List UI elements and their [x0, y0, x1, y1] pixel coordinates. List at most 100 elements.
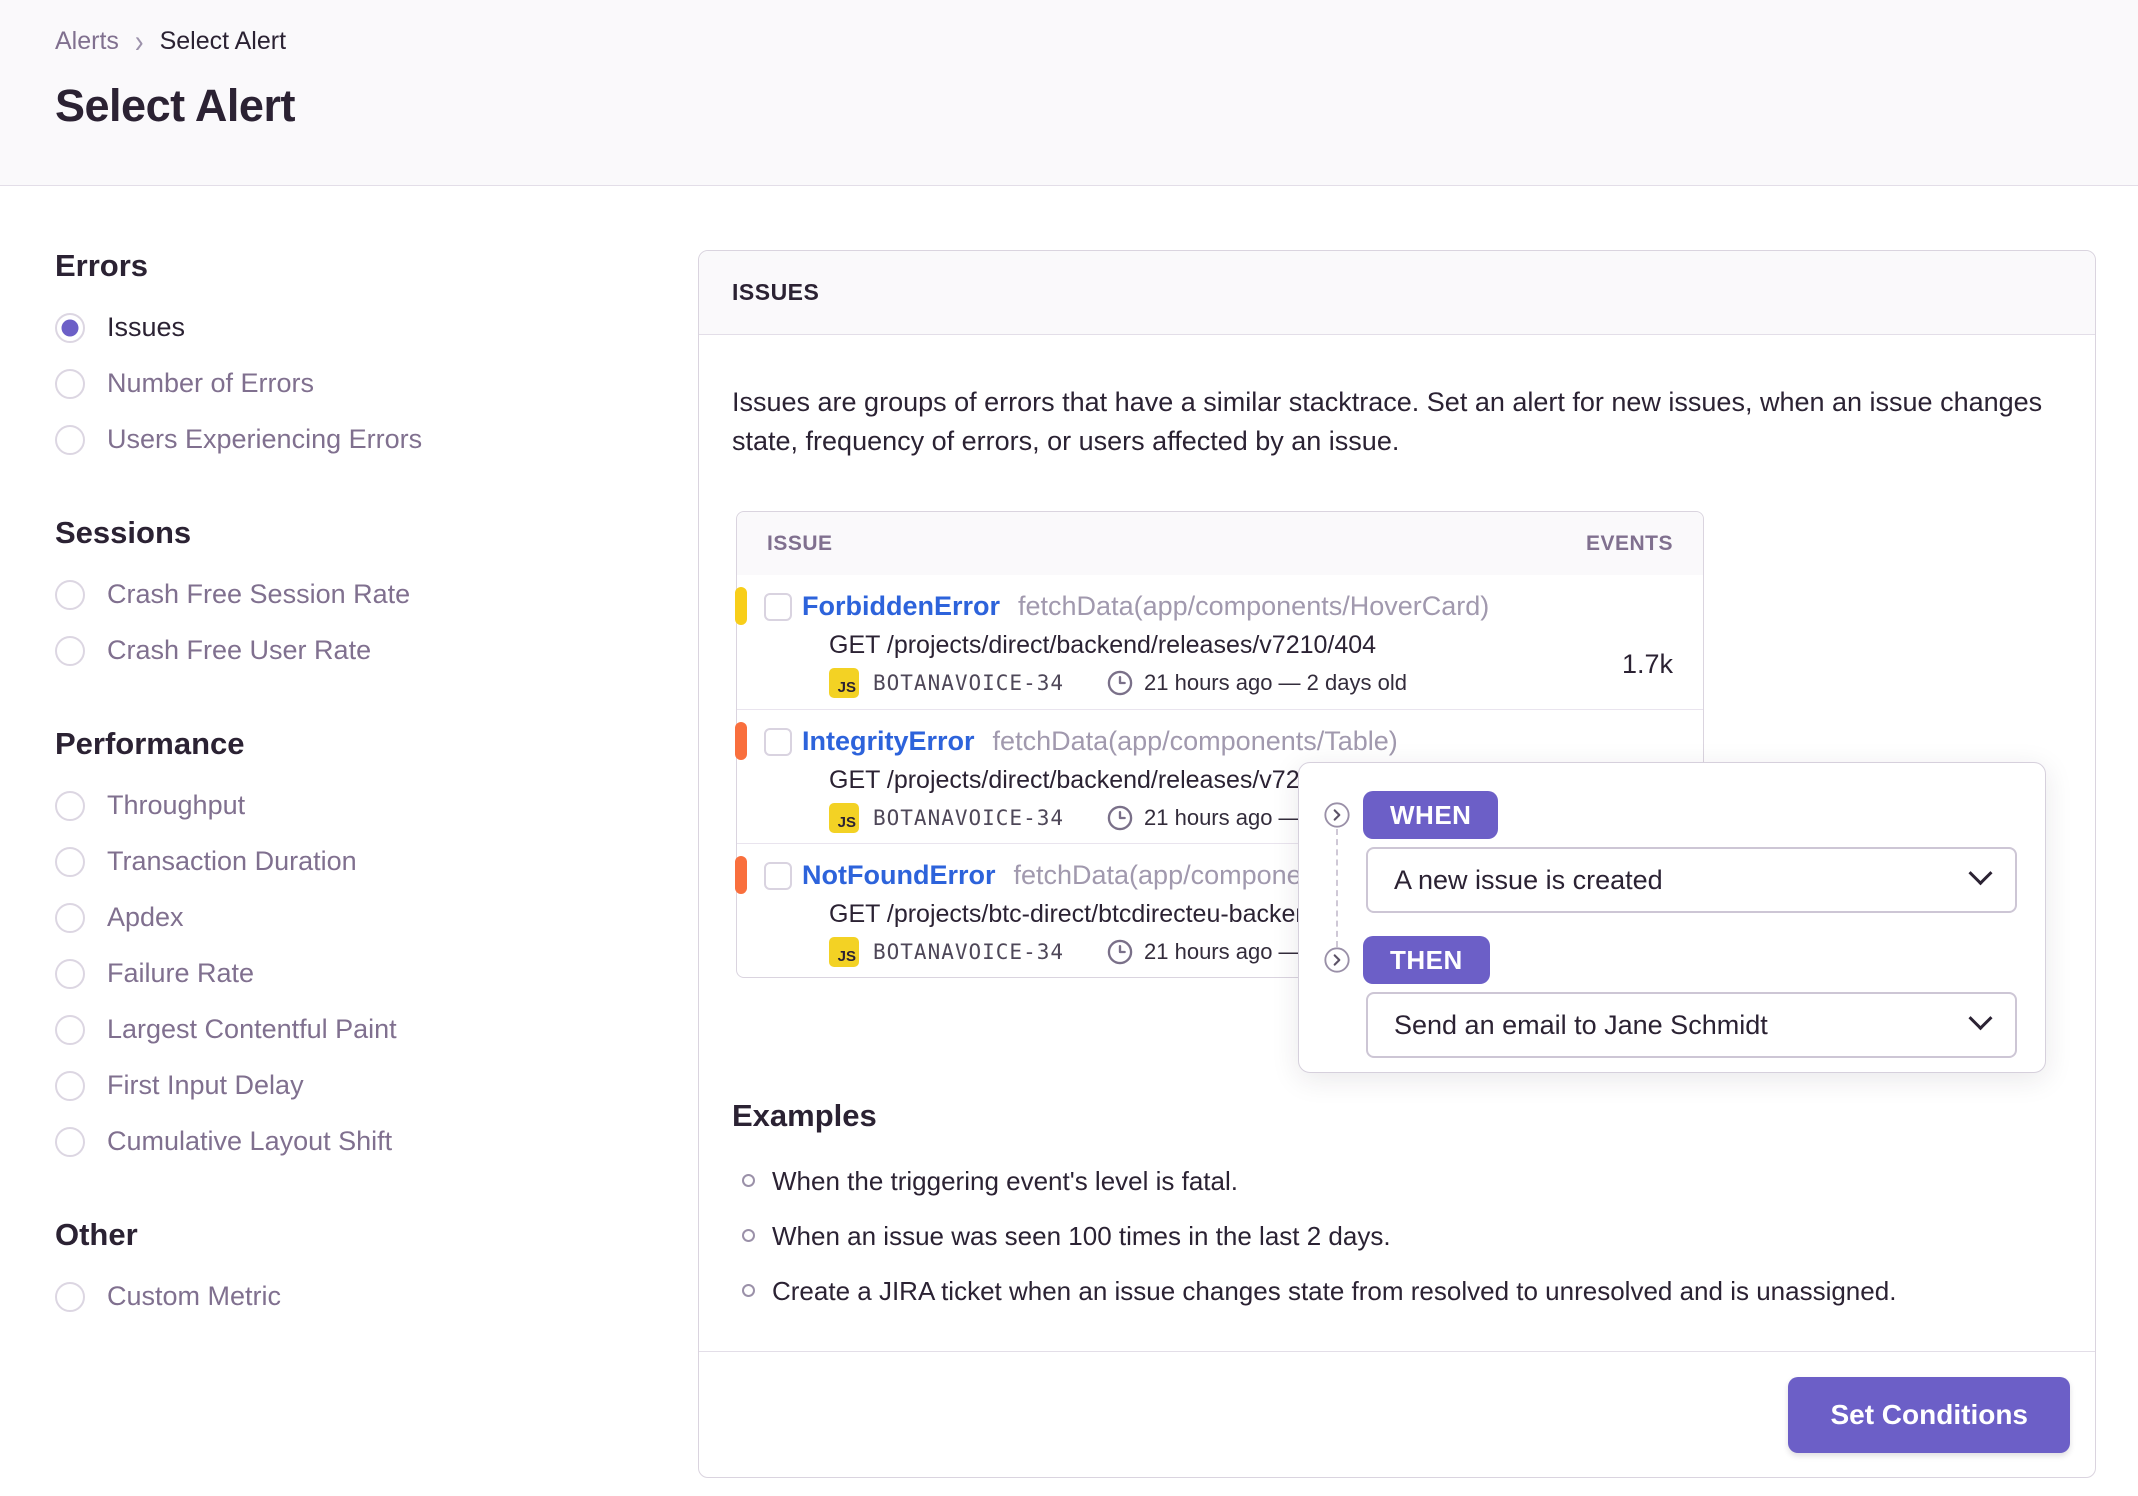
- group-errors: Errors Issues Number of Errors Users Exp…: [55, 248, 645, 455]
- breadcrumb-alerts[interactable]: Alerts: [55, 27, 119, 56]
- issues-table-header: ISSUE EVENTS: [737, 512, 1703, 575]
- page-title: Select Alert: [55, 80, 295, 131]
- when-then-popup: WHEN A new issue is created THEN Send an…: [1298, 762, 2046, 1073]
- issue-events-count: 1.7k: [1621, 649, 1673, 679]
- set-conditions-button[interactable]: Set Conditions: [1788, 1376, 2070, 1453]
- sidebar-item-first-input-delay[interactable]: First Input Delay: [55, 1070, 645, 1101]
- issue-culprit: fetchData(app/components/HoverCard): [1018, 591, 1490, 621]
- radio-label: Failure Rate: [107, 958, 255, 988]
- issue-checkbox[interactable]: [764, 727, 792, 756]
- issue-checkbox[interactable]: [764, 592, 792, 621]
- clock-icon: [1106, 804, 1134, 832]
- sidebar-item-number-of-errors[interactable]: Number of Errors: [55, 368, 645, 399]
- radio-label: Crash Free User Rate: [107, 635, 372, 665]
- javascript-platform-icon: JS: [829, 803, 859, 833]
- sidebar-item-throughput[interactable]: Throughput: [55, 790, 645, 821]
- then-badge: THEN: [1363, 936, 1490, 984]
- javascript-platform-icon: JS: [829, 937, 859, 967]
- chevron-down-icon: [1968, 1005, 1993, 1030]
- when-condition-value: A new issue is created: [1394, 864, 1663, 895]
- group-other: Other Custom Metric: [55, 1217, 645, 1312]
- example-item: Create a JIRA ticket when an issue chang…: [732, 1276, 2062, 1307]
- radio-label: Apdex: [107, 902, 184, 932]
- column-events: EVENTS: [1585, 531, 1673, 555]
- radio-label: Largest Contentful Paint: [107, 1014, 397, 1044]
- sidebar-item-issues[interactable]: Issues: [55, 312, 645, 343]
- sidebar-item-largest-contentful-paint[interactable]: Largest Contentful Paint: [55, 1014, 645, 1045]
- issue-age: 21 hours ago — 2 days old: [1144, 670, 1407, 695]
- issues-description: Issues are groups of errors that have a …: [732, 387, 2043, 456]
- issue-meta: JS BOTANAVOICE-34 21 hours ago — 2 days …: [829, 668, 1703, 698]
- radio-label: Throughput: [107, 790, 246, 820]
- radio-label: Number of Errors: [107, 368, 315, 398]
- sidebar-item-users-experiencing-errors[interactable]: Users Experiencing Errors: [55, 424, 645, 455]
- sidebar-item-transaction-duration[interactable]: Transaction Duration: [55, 846, 645, 877]
- sidebar-item-failure-rate[interactable]: Failure Rate: [55, 958, 645, 989]
- issue-culprit: fetchData(app/component: [1013, 860, 1325, 890]
- issue-title-link[interactable]: ForbiddenError: [802, 591, 1000, 622]
- issues-panel-header: ISSUES: [699, 251, 2095, 335]
- chevron-down-icon: [1968, 860, 1993, 885]
- sidebar-item-crash-free-session-rate[interactable]: Crash Free Session Rate: [55, 579, 645, 610]
- radio-label: Issues: [107, 312, 186, 342]
- sidebar-item-custom-metric[interactable]: Custom Metric: [55, 1281, 645, 1312]
- when-badge: WHEN: [1363, 791, 1499, 839]
- breadcrumb: Alerts › Select Alert: [55, 22, 287, 60]
- radio-icon[interactable]: [55, 1126, 85, 1157]
- radio-icon[interactable]: [55, 790, 85, 821]
- breadcrumb-current: Select Alert: [159, 27, 287, 55]
- group-heading-errors: Errors: [55, 248, 149, 283]
- radio-icon[interactable]: [55, 958, 85, 989]
- group-performance: Performance Throughput Transaction Durat…: [55, 726, 645, 1157]
- sidebar-item-cumulative-layout-shift[interactable]: Cumulative Layout Shift: [55, 1126, 645, 1157]
- example-item: When an issue was seen 100 times in the …: [732, 1221, 2062, 1252]
- radio-label: First Input Delay: [107, 1070, 304, 1100]
- issue-short-id: BOTANAVOICE-34: [873, 671, 1065, 695]
- issue-transaction: GET /projects/direct/backend/releases/v7…: [829, 631, 1377, 659]
- issue-title-link[interactable]: NotFoundError: [802, 860, 995, 891]
- level-indicator-warning: [735, 587, 747, 625]
- examples-list: When the triggering event's level is fat…: [732, 1166, 2062, 1307]
- radio-label: Custom Metric: [107, 1281, 282, 1311]
- panel-footer: Set Conditions: [699, 1351, 2095, 1477]
- radio-icon[interactable]: [55, 579, 85, 610]
- group-heading-sessions: Sessions: [55, 515, 192, 550]
- radio-icon[interactable]: [55, 424, 85, 455]
- page-header: Alerts › Select Alert Select Alert: [0, 0, 2138, 186]
- example-item: When the triggering event's level is fat…: [732, 1166, 2062, 1197]
- radio-icon[interactable]: [55, 1281, 85, 1312]
- chevron-right-circle-icon: [1323, 801, 1351, 829]
- sidebar-item-crash-free-user-rate[interactable]: Crash Free User Rate: [55, 635, 645, 666]
- group-sessions: Sessions Crash Free Session Rate Crash F…: [55, 515, 645, 666]
- clock-icon: [1106, 669, 1134, 697]
- radio-icon[interactable]: [55, 846, 85, 877]
- clock-icon: [1106, 938, 1134, 966]
- chevron-right-icon: ›: [134, 22, 144, 60]
- then-action-select[interactable]: Send an email to Jane Schmidt: [1366, 992, 2017, 1058]
- group-heading-performance: Performance: [55, 726, 245, 761]
- table-row-forbiddenerror: ForbiddenError fetchData(app/components/…: [735, 575, 1703, 709]
- column-issue: ISSUE: [767, 531, 833, 555]
- radio-icon[interactable]: [55, 1014, 85, 1045]
- examples-heading: Examples: [732, 1098, 877, 1133]
- level-indicator-error: [735, 856, 747, 894]
- radio-label: Cumulative Layout Shift: [107, 1126, 393, 1156]
- radio-icon[interactable]: [55, 1070, 85, 1101]
- sidebar-item-apdex[interactable]: Apdex: [55, 902, 645, 933]
- radio-label: Crash Free Session Rate: [107, 579, 411, 609]
- then-action-value: Send an email to Jane Schmidt: [1394, 1009, 1768, 1040]
- group-heading-other: Other: [55, 1217, 138, 1252]
- radio-icon[interactable]: [55, 902, 85, 933]
- connector-dashed-line: [1336, 829, 1338, 947]
- radio-icon[interactable]: [55, 368, 85, 399]
- issue-title-link[interactable]: IntegrityError: [802, 726, 975, 757]
- radio-icon[interactable]: [55, 635, 85, 666]
- alert-type-sidebar: Errors Issues Number of Errors Users Exp…: [55, 248, 645, 1337]
- issues-panel-title: ISSUES: [732, 279, 820, 305]
- issue-checkbox[interactable]: [764, 861, 792, 890]
- level-indicator-error: [735, 722, 747, 760]
- radio-label: Transaction Duration: [107, 846, 357, 876]
- javascript-platform-icon: JS: [829, 668, 859, 698]
- when-condition-select[interactable]: A new issue is created: [1366, 847, 2017, 913]
- radio-selected-icon[interactable]: [55, 312, 85, 343]
